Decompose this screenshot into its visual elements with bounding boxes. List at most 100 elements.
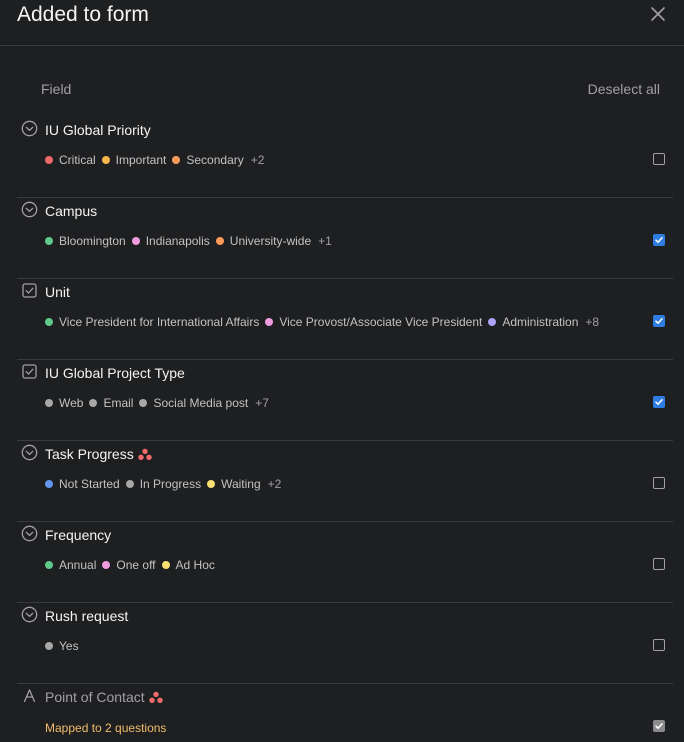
option-color-dot	[101, 156, 110, 164]
option-label: Social Media post	[153, 396, 249, 410]
chevron-circle-icon	[21, 444, 38, 461]
deselect-all-button[interactable]: Deselect all	[588, 81, 660, 97]
option-pill: In Progress	[125, 477, 202, 491]
option-color-dot	[131, 237, 140, 245]
option-pill: Critical	[45, 153, 96, 167]
field-title-line: Point of Contact	[45, 689, 163, 705]
option-pill: Vice Provost/Associate Vice President	[265, 315, 482, 329]
chevron-circle-icon	[21, 606, 38, 623]
field-title: IU Global Priority	[45, 122, 151, 138]
option-pill: Annual	[45, 558, 96, 572]
field-row: Campus Bloomington Indianapolis University-…	[17, 198, 673, 279]
field-row: Rush request Yes	[17, 603, 673, 684]
field-row: IU Global Priority Critical Important Secon…	[17, 117, 673, 198]
option-pill: Waiting	[207, 477, 261, 491]
option-color-dot	[45, 318, 53, 326]
option-pill: Bloomington	[45, 234, 126, 248]
field-row: Unit Vice President for International Aff…	[17, 279, 673, 360]
field-options: Bloomington Indianapolis University-wide +1	[45, 234, 332, 248]
option-pill: Important	[101, 153, 167, 167]
field-row: Point of Contact Mapped to 2 questions	[17, 684, 673, 742]
field-title: Rush request	[45, 608, 129, 624]
more-options-count: +2	[267, 477, 282, 491]
option-color-dot	[125, 480, 134, 488]
field-title-line: Unit	[45, 284, 70, 300]
more-options-count: +7	[255, 396, 269, 410]
option-pill: Web	[45, 396, 83, 410]
chevron-circle-icon	[21, 201, 38, 218]
option-color-dot	[265, 318, 274, 326]
field-title-line: Rush request	[45, 608, 128, 624]
field-title-line: Task Progress	[45, 446, 152, 462]
option-label: Indianapolis	[145, 234, 210, 248]
field-title-line: Campus	[45, 203, 97, 219]
field-checkbox[interactable]	[653, 153, 665, 165]
option-label: Bloomington	[59, 234, 126, 248]
dialog-title: Added to form	[17, 3, 149, 26]
option-pill: Social Media post	[139, 396, 248, 410]
option-color-dot	[45, 156, 53, 164]
field-options: Annual One off Ad Hoc	[45, 558, 221, 572]
option-pill: University-wide	[215, 234, 312, 248]
field-title-line: IU Global Priority	[45, 122, 151, 138]
field-checkbox[interactable]	[653, 558, 665, 570]
mapped-status: Mapped to 2 questions	[45, 721, 167, 735]
option-label: In Progress	[139, 477, 202, 491]
asana-logo-icon	[148, 691, 163, 704]
option-label: Yes	[59, 639, 79, 653]
option-color-dot	[89, 399, 98, 407]
field-options: Vice President for International Affairs…	[45, 315, 599, 329]
option-color-dot	[215, 237, 224, 245]
option-pill: Vice President for International Affairs	[45, 315, 259, 329]
field-title: Point of Contact	[45, 689, 145, 705]
option-label: One off	[116, 558, 156, 572]
field-title: Task Progress	[45, 446, 134, 462]
option-label: University-wide	[229, 234, 312, 248]
option-label: Important	[115, 153, 167, 167]
option-label: Annual	[59, 558, 97, 572]
chevron-circle-icon	[21, 525, 38, 542]
field-checkbox[interactable]	[653, 234, 665, 246]
option-pill: One off	[102, 558, 156, 572]
more-options-count: +2	[250, 153, 265, 167]
field-options: Critical Important Secondary +2	[45, 153, 264, 167]
field-checkbox[interactable]	[653, 396, 665, 408]
field-options: Yes	[45, 639, 85, 653]
option-color-dot	[45, 237, 53, 245]
option-label: Administration	[502, 315, 579, 329]
option-label: Critical	[59, 153, 96, 167]
field-row: IU Global Project Type Web Email Social Med…	[17, 360, 673, 441]
option-label: Waiting	[221, 477, 261, 491]
option-color-dot	[45, 561, 53, 569]
field-title: IU Global Project Type	[45, 365, 185, 381]
more-options-count: +8	[585, 315, 600, 329]
field-checkbox[interactable]	[653, 315, 665, 327]
field-column-header: Field	[41, 81, 72, 97]
text-a-icon	[21, 687, 38, 704]
option-color-dot	[488, 318, 497, 326]
option-pill: Ad Hoc	[161, 558, 215, 572]
option-label: Not Started	[59, 477, 120, 491]
field-checkbox[interactable]	[653, 477, 665, 489]
option-label: Ad Hoc	[175, 558, 215, 572]
field-checkbox[interactable]	[653, 639, 665, 651]
asana-logo-icon	[138, 448, 152, 461]
field-title-line: IU Global Project Type	[45, 365, 185, 381]
field-title: Campus	[45, 203, 98, 219]
option-color-dot	[161, 561, 170, 569]
option-label: Email	[103, 396, 134, 410]
field-row: Frequency Annual One off Ad Hoc	[17, 522, 673, 603]
option-color-dot	[139, 399, 148, 407]
checkbox-square-icon	[21, 363, 38, 380]
option-color-dot	[172, 156, 181, 164]
option-pill: Secondary	[172, 153, 244, 167]
field-title-line: Frequency	[45, 527, 111, 543]
option-color-dot	[102, 561, 111, 569]
field-checkbox	[653, 720, 665, 732]
close-icon[interactable]	[649, 5, 667, 23]
field-title: Frequency	[45, 527, 112, 543]
option-pill: Not Started	[45, 477, 120, 491]
field-options: Not Started In Progress Waiting +2	[45, 477, 281, 491]
option-label: Secondary	[186, 153, 244, 167]
option-color-dot	[45, 480, 53, 488]
